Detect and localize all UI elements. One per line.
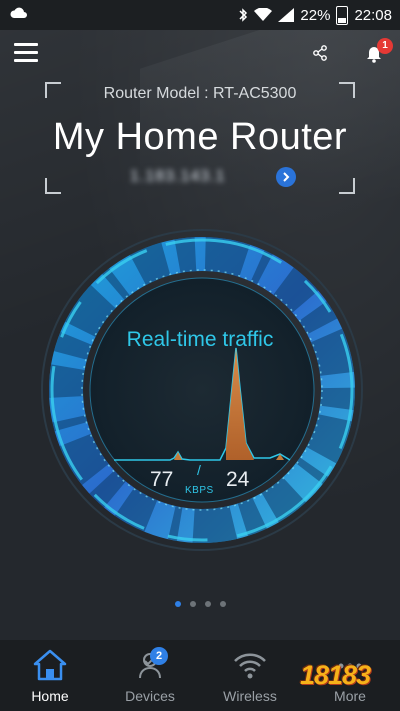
wifi-icon [234, 653, 266, 679]
clock: 22:08 [354, 6, 392, 24]
cloud-icon [10, 7, 27, 18]
page-indicator [0, 601, 400, 607]
battery-percent: 22% [300, 6, 331, 24]
router-detail-button[interactable] [276, 167, 296, 187]
upload-rate: 77 [150, 468, 174, 491]
nav-devices-label: Devices [125, 688, 175, 704]
realtime-traffic-title: Real-time traffic [126, 328, 274, 351]
battery-icon [336, 5, 349, 25]
home-icon [33, 649, 67, 681]
nav-home[interactable]: Home [0, 640, 100, 711]
nav-devices[interactable]: Devices [100, 640, 200, 711]
devices-badge: 2 [150, 647, 168, 665]
signal-icon [278, 8, 295, 22]
chevron-right-icon [283, 172, 290, 182]
traffic-unit: KBPS [185, 485, 214, 496]
page-dot-3[interactable] [204, 601, 211, 607]
traffic-separator: / [197, 462, 201, 478]
page-dot-2[interactable] [189, 601, 196, 607]
notification-badge: 1 [377, 38, 393, 54]
page-dot-4[interactable] [219, 601, 226, 607]
share-icon[interactable] [311, 44, 329, 62]
app-bar [0, 30, 400, 76]
nav-home-label: Home [31, 688, 69, 704]
wifi-status-icon [254, 8, 273, 21]
router-ip-address: 1.183.143.1 [130, 168, 226, 185]
traffic-gauge [41, 229, 363, 551]
nav-wireless-label: Wireless [223, 688, 277, 704]
watermark-logo: 18183 [300, 660, 371, 690]
hamburger-icon[interactable] [14, 43, 38, 63]
page-dot-1[interactable] [174, 601, 181, 607]
router-model: Router Model : RT-AC5300 [103, 85, 297, 102]
router-name[interactable]: My Home Router [0, 116, 400, 159]
bluetooth-icon [239, 8, 248, 22]
status-bar: 22% 22:08 [0, 0, 400, 30]
download-rate: 24 [226, 468, 250, 491]
nav-wireless[interactable]: Wireless [200, 640, 300, 711]
